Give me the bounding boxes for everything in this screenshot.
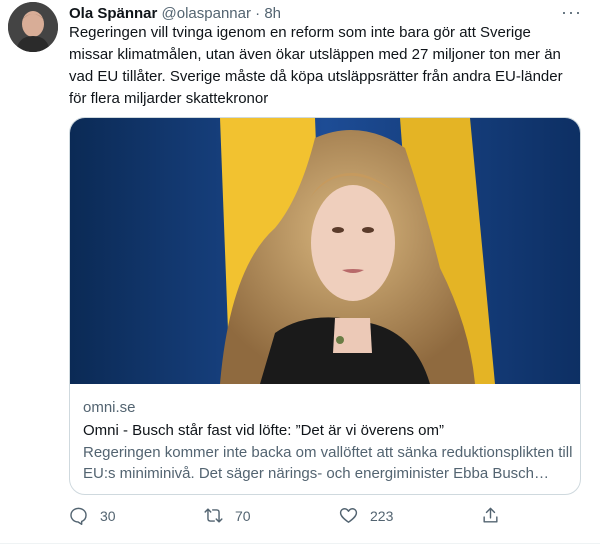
card-title: Omni - Busch står fast vid löfte: ”Det ä… (83, 422, 444, 439)
author-handle[interactable]: @olaspannar (162, 5, 251, 22)
retweet-icon (204, 508, 223, 523)
avatar-photo (8, 2, 58, 52)
author-avatar[interactable] (8, 2, 58, 52)
reply-count: 30 (100, 507, 116, 524)
retweet-button[interactable]: 70 (204, 506, 251, 525)
like-button[interactable]: 223 (339, 506, 393, 525)
like-count: 223 (370, 507, 394, 524)
retweet-count: 70 (235, 507, 251, 524)
share-button[interactable] (481, 506, 512, 525)
tweet-header: Ola Spännar @olaspannar · 8h (69, 4, 281, 24)
author-name[interactable]: Ola Spännar (69, 5, 157, 22)
card-description: Regeringen kommer inte backa om vallöfte… (83, 444, 573, 482)
card-body[interactable]: omni.se Omni - Busch står fast vid löfte… (83, 398, 573, 484)
separator-dot: · (255, 5, 261, 22)
tweet-actions: 30 70 223 (69, 506, 509, 530)
share-icon (483, 507, 498, 523)
card-image[interactable] (70, 118, 580, 384)
tweet[interactable]: Ola Spännar @olaspannar · 8h ··· Regerin… (0, 0, 600, 544)
heart-icon (339, 508, 358, 523)
tweet-time[interactable]: 8h (264, 5, 281, 22)
card-photo (70, 118, 580, 384)
reply-icon (70, 507, 87, 525)
reply-button[interactable]: 30 (69, 506, 116, 525)
card-domain: omni.se (83, 399, 136, 416)
link-card[interactable]: omni.se Omni - Busch står fast vid löfte… (69, 117, 581, 495)
more-options-icon[interactable]: ··· (561, 2, 582, 23)
tweet-text: Regeringen vill tvinga igenom en reform … (69, 24, 563, 107)
